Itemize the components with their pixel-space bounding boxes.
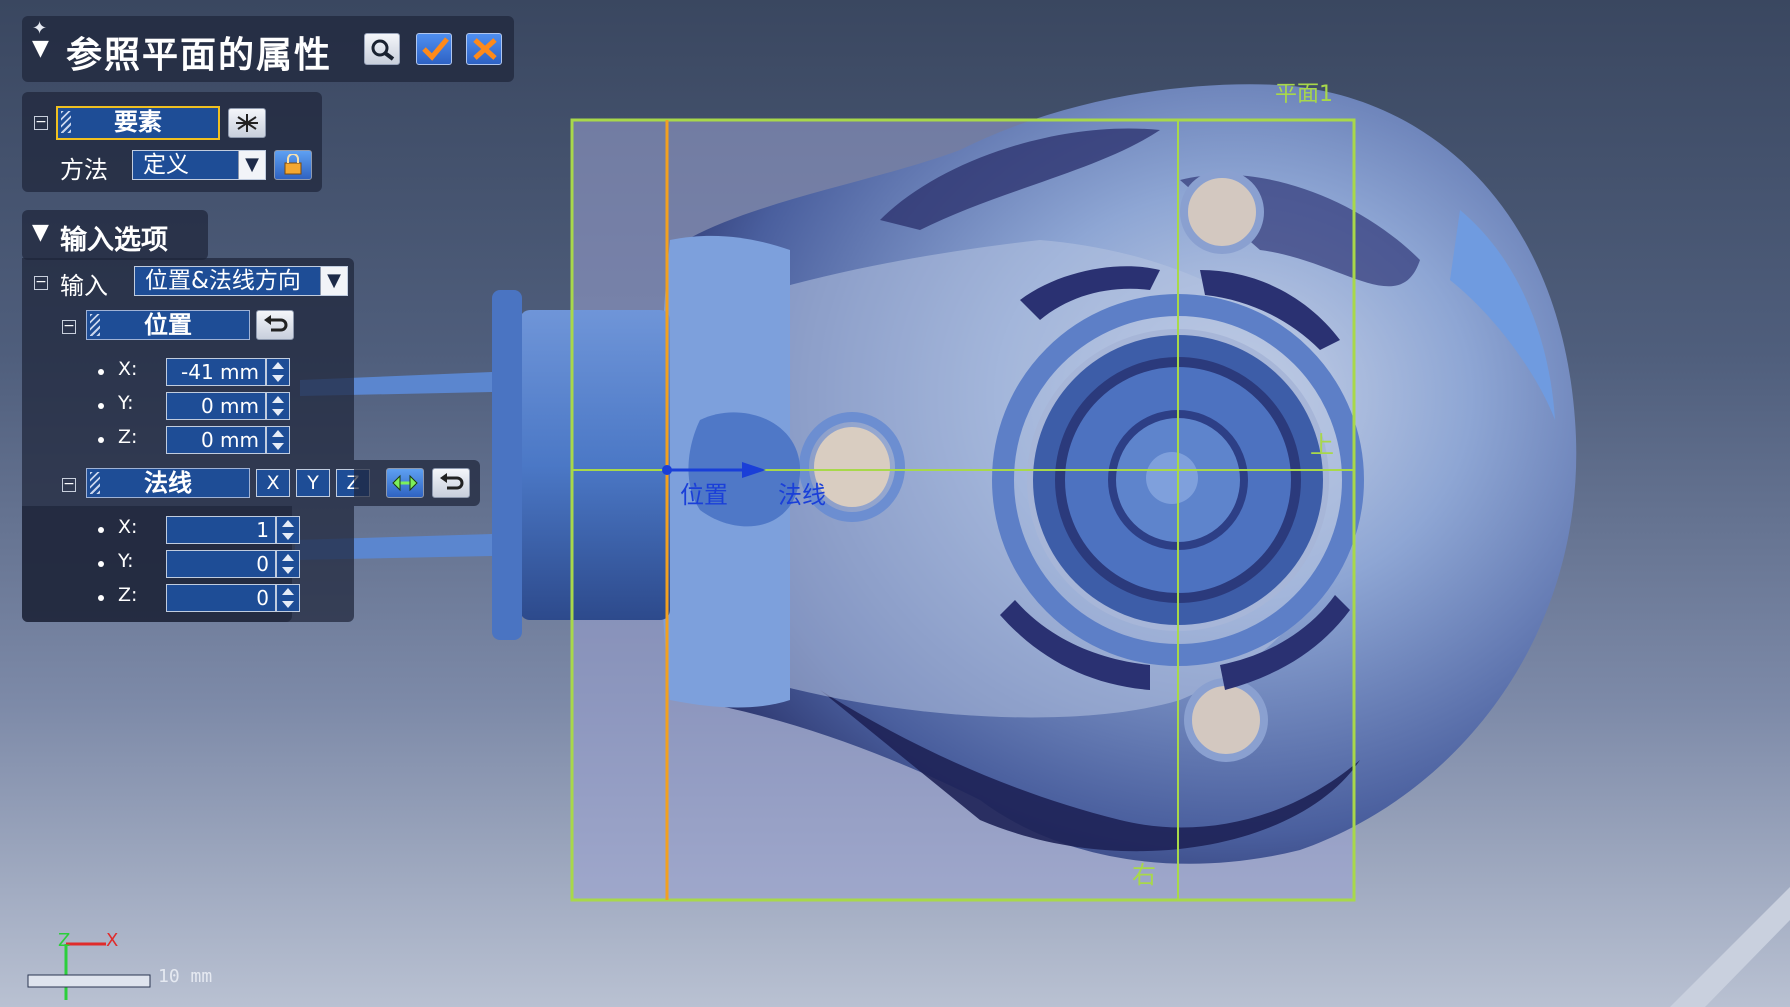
right-view-label: 右 xyxy=(1132,861,1156,889)
corner-decoration xyxy=(1670,887,1790,1007)
normal-label: 法线 xyxy=(144,469,192,497)
ok-button[interactable] xyxy=(416,33,452,65)
normal-x-input[interactable]: 1 xyxy=(166,516,276,544)
preview-button[interactable] xyxy=(364,33,400,65)
normal-header[interactable]: 法线 xyxy=(86,468,250,498)
normal-y-input[interactable]: 0 xyxy=(166,550,276,578)
element-options-button[interactable] xyxy=(228,108,266,138)
normal-z-input[interactable]: 0 xyxy=(166,584,276,612)
position-x-input[interactable]: -41 mm xyxy=(166,358,266,386)
position-y-label: Y: xyxy=(118,392,134,414)
position-header[interactable]: 位置 xyxy=(86,310,250,340)
input-dropdown[interactable]: 位置&法线方向 ▼ xyxy=(134,266,348,296)
method-lock-button[interactable] xyxy=(274,150,312,180)
bullet-icon xyxy=(98,527,104,533)
hatch-icon xyxy=(61,111,71,133)
chevron-down-icon[interactable]: ▼ xyxy=(238,151,265,179)
collapse-position-icon[interactable]: − xyxy=(62,319,76,334)
scan-hole-top xyxy=(1180,170,1264,254)
bullet-icon xyxy=(98,595,104,601)
method-value: 定义 xyxy=(143,152,189,178)
position-label: 位置 xyxy=(144,311,192,339)
input-options-header: ▼ 输入选项 xyxy=(22,210,208,260)
position-z-input[interactable]: 0 mm xyxy=(166,426,266,454)
bullet-icon xyxy=(98,403,104,409)
collapse-element-icon[interactable]: − xyxy=(34,115,48,130)
input-value: 位置&法线方向 xyxy=(145,268,301,294)
lock-icon xyxy=(284,154,302,175)
input-label: 输入 xyxy=(60,272,108,300)
dialog-title: 参照平面的属性 xyxy=(66,35,333,76)
triad-z-label: Z xyxy=(58,930,71,951)
hatch-icon xyxy=(90,314,100,336)
position-x-stepper[interactable] xyxy=(266,358,290,386)
flip-arrows-icon xyxy=(392,474,418,492)
input-options-label: 输入选项 xyxy=(60,225,168,256)
star-icon xyxy=(236,114,258,132)
flip-normal-button[interactable] xyxy=(386,468,424,498)
collapse-input-options-icon[interactable]: ▼ xyxy=(32,220,49,245)
normal-values: X: 1 Y: 0 Z: 0 xyxy=(22,506,300,622)
element-section: − 要素 方法 定义 ▼ xyxy=(22,92,322,192)
position-z-label: Z: xyxy=(118,426,138,448)
element-selector[interactable]: 要素 xyxy=(56,106,220,140)
normal-z-label: Z: xyxy=(118,584,138,606)
normal-x-stepper[interactable] xyxy=(276,516,300,544)
normal-y-button[interactable]: Y xyxy=(296,469,330,497)
method-label: 方法 xyxy=(60,156,108,184)
checkmark-icon xyxy=(422,37,449,61)
normal-y-label: Y: xyxy=(118,550,134,572)
normal-reset-button[interactable] xyxy=(432,468,470,498)
collapse-icon[interactable]: ▼ xyxy=(32,36,49,61)
undo-icon xyxy=(440,473,464,490)
bullet-icon xyxy=(98,437,104,443)
collapse-normal-icon[interactable]: − xyxy=(62,477,76,492)
position-reset-button[interactable] xyxy=(256,310,294,340)
triad-x-label: X xyxy=(106,930,119,951)
chevron-down-icon[interactable]: ▼ xyxy=(320,267,347,295)
element-label: 要素 xyxy=(114,108,162,136)
scale-label: 10 mm xyxy=(158,966,213,987)
scan-hole-bottom xyxy=(1184,678,1268,762)
undo-icon xyxy=(264,315,288,332)
hatch-icon xyxy=(90,472,100,494)
collapse-input-icon[interactable]: − xyxy=(34,275,48,290)
position-y-input[interactable]: 0 mm xyxy=(166,392,266,420)
normal-x-button[interactable]: X xyxy=(256,469,290,497)
bullet-icon xyxy=(98,561,104,567)
dialog-title-bar: ✦ ▼ 参照平面的属性 xyxy=(22,16,514,82)
normal-z-stepper[interactable] xyxy=(276,584,300,612)
cancel-button[interactable] xyxy=(466,33,502,65)
top-view-label: 上 xyxy=(1310,431,1334,459)
normal-tools-strip xyxy=(354,460,480,506)
close-icon xyxy=(473,38,497,60)
scale-bar xyxy=(27,974,151,988)
position-x-label: X: xyxy=(118,358,138,380)
normal-marker-label: 法线 xyxy=(778,481,826,509)
position-marker-label: 位置 xyxy=(680,481,728,509)
scan-flange xyxy=(492,290,522,640)
plane-name-label: 平面1 xyxy=(1275,82,1333,107)
magnifier-icon xyxy=(371,39,395,61)
position-z-stepper[interactable] xyxy=(266,426,290,454)
scan-hub-center xyxy=(1146,452,1198,504)
scan-collar xyxy=(520,310,670,620)
position-y-stepper[interactable] xyxy=(266,392,290,420)
method-dropdown[interactable]: 定义 ▼ xyxy=(132,150,266,180)
normal-x-label: X: xyxy=(118,516,138,538)
bullet-icon xyxy=(98,369,104,375)
normal-y-stepper[interactable] xyxy=(276,550,300,578)
